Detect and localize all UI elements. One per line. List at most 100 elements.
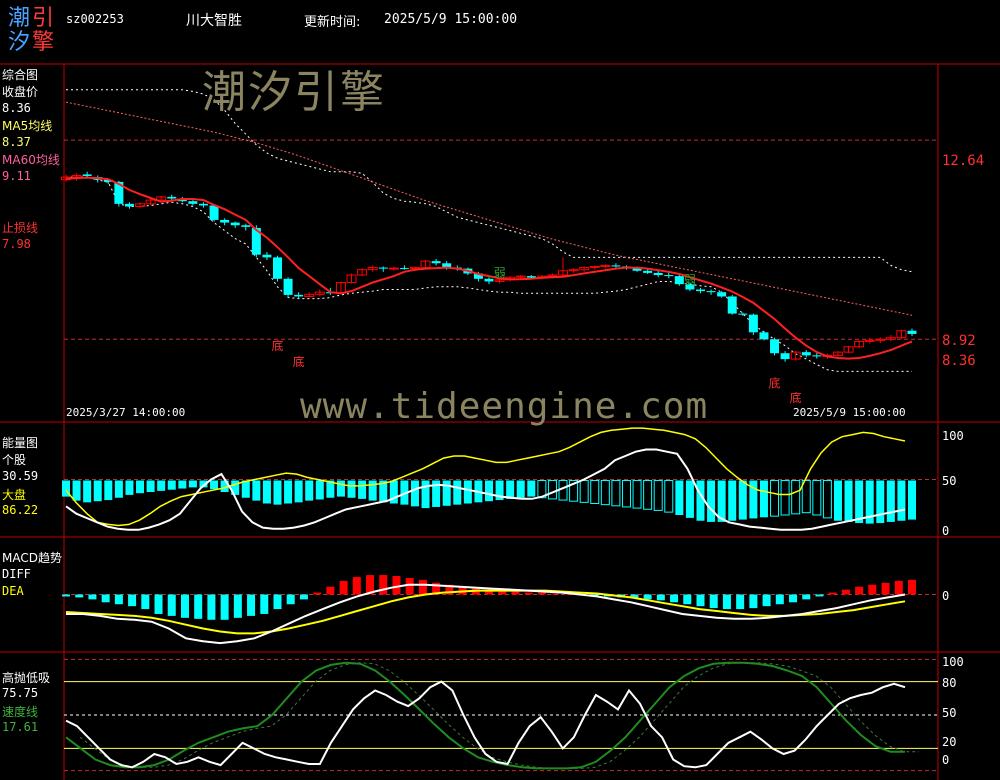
main-panel-title: 综合图: [2, 68, 39, 82]
hilo-line: [65, 680, 906, 769]
energy-bar: [759, 480, 768, 518]
signal-label: 弱: [684, 273, 696, 287]
energy-bar: [844, 480, 853, 522]
macd-bar: [683, 594, 692, 605]
energy-bar: [600, 480, 610, 506]
energy-bar: [315, 480, 324, 500]
logo-char: 潮: [8, 6, 31, 31]
energy-bar: [358, 480, 367, 499]
macd-bar: [789, 594, 798, 603]
energy-bar: [305, 480, 314, 501]
signal-label: 底: [790, 390, 802, 405]
y-tick: 0: [942, 753, 950, 767]
energy-bar: [908, 480, 916, 520]
energy-bar: [579, 480, 589, 503]
macd-bar: [207, 594, 216, 620]
macd-bar: [670, 594, 679, 603]
macd-bar: [114, 594, 123, 605]
energy-bar: [738, 480, 747, 520]
candle-body: [167, 196, 177, 199]
macd-panel-title: MACD趋势: [2, 551, 62, 565]
energy-bar: [83, 480, 92, 503]
energy-bar: [675, 480, 684, 515]
energy-bar: [801, 480, 811, 514]
energy-bar: [833, 480, 842, 521]
ma60-label: MA60均线: [2, 153, 60, 167]
candle-body: [643, 270, 653, 273]
y-tick: 20: [942, 735, 957, 749]
macd-bar: [551, 593, 560, 595]
energy-bar: [886, 480, 895, 522]
candle-body: [283, 278, 293, 295]
macd-bar: [273, 594, 282, 610]
logo: 潮 引 汐 擎: [6, 4, 58, 58]
candle-body: [801, 352, 811, 356]
macd-bar: [220, 594, 229, 620]
macd-bar: [260, 594, 269, 614]
brand-watermark: 潮汐引擎: [202, 67, 386, 118]
band-upper-line: [66, 89, 913, 273]
energy-bar: [252, 480, 261, 501]
macd-bar: [180, 594, 189, 618]
energy-bar: [125, 480, 134, 495]
candle-body: [220, 219, 230, 223]
update-time: 2025/5/9 15:00:00: [384, 12, 518, 27]
candle-body: [230, 222, 240, 226]
macd-bar: [101, 594, 110, 603]
energy-bar: [157, 480, 166, 491]
candle-body: [399, 268, 409, 270]
candle-body: [209, 205, 219, 220]
energy-bar: [347, 480, 356, 498]
candle-body: [431, 261, 441, 264]
signal-label: 底: [272, 338, 284, 353]
macd-bar: [815, 594, 824, 597]
macd-bar: [736, 594, 745, 610]
candle-body: [378, 267, 388, 269]
candle-body: [748, 314, 758, 333]
candle-body: [611, 265, 621, 267]
macd-bar: [762, 594, 771, 607]
macd-bar: [881, 582, 890, 595]
candle-body: [780, 353, 790, 360]
energy-panel-title: 能量图: [2, 436, 39, 450]
macd-bar: [141, 594, 150, 610]
energy-bar: [463, 480, 472, 504]
energy-bar: [685, 480, 694, 518]
energy-bar: [167, 480, 176, 490]
macd-bar: [154, 594, 163, 614]
macd-bar: [62, 594, 70, 597]
energy-bar: [632, 480, 642, 509]
energy-bar: [611, 480, 621, 507]
close-label: 收盘价: [2, 85, 39, 99]
macd-bar: [855, 586, 864, 595]
hilo-panel-title: 高抛低吸: [2, 671, 51, 685]
macd-bar: [392, 576, 401, 595]
stock-code: sz002253: [66, 12, 124, 26]
dea-label: DEA: [2, 584, 24, 598]
signal-label: 底: [769, 375, 781, 390]
macd-bar: [286, 594, 295, 605]
macd-bar: [75, 594, 84, 598]
macd-bar: [511, 591, 520, 595]
candle-body: [907, 330, 917, 334]
band-lower-line: [66, 176, 912, 372]
macd-bar: [775, 594, 784, 605]
energy-bar: [336, 480, 345, 497]
macd-bar: [802, 594, 811, 600]
energy-bar: [728, 480, 737, 521]
stock-name: 川大智胜: [186, 13, 242, 29]
energy-bar: [421, 480, 430, 509]
speed-line-shadow: [79, 662, 919, 769]
y-tick: 80: [942, 676, 957, 690]
macd-bar: [828, 592, 837, 595]
candle-body: [664, 275, 674, 277]
stock-energy-label: 个股: [2, 453, 27, 467]
macd-bar: [524, 592, 533, 595]
candle-body: [484, 278, 494, 282]
candle-body: [653, 272, 663, 276]
energy-bar: [527, 480, 536, 497]
y-tick: 100: [942, 655, 964, 669]
ma5-value: 8.37: [2, 135, 31, 149]
macd-bar: [656, 594, 665, 601]
y-tick: 50: [942, 474, 957, 488]
